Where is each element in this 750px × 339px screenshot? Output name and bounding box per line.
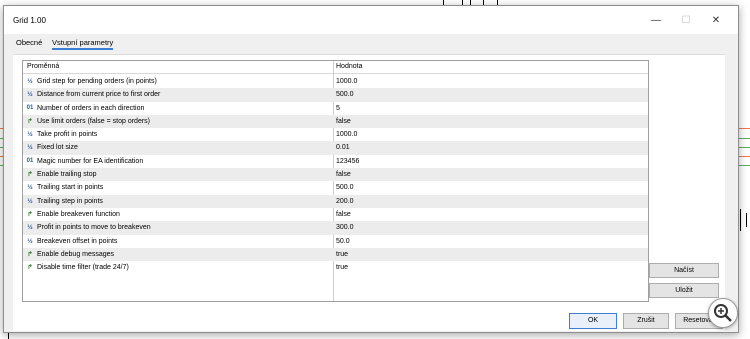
parameter-value[interactable]: 500.0 bbox=[336, 184, 354, 191]
column-header-variable[interactable]: Proměnná bbox=[27, 63, 59, 70]
close-button[interactable]: ✕ bbox=[704, 12, 728, 30]
parameter-name: Enable debug messages bbox=[37, 250, 115, 258]
input-parameters-panel: Proměnná Hodnota ½ Grid step for pending … bbox=[13, 54, 725, 331]
grid-settings-dialog: Grid 1.00 — ☐ ✕ Obecné Vstupní parametry… bbox=[3, 5, 739, 333]
table-body: ½ Grid step for pending orders (in points… bbox=[23, 75, 648, 274]
double-type-icon: ½ bbox=[27, 78, 33, 85]
parameter-name: Grid step for pending orders (in points) bbox=[37, 78, 157, 85]
double-type-icon: ½ bbox=[27, 131, 33, 139]
double-type-icon: ½ bbox=[27, 224, 33, 232]
parameter-value[interactable]: 200.0 bbox=[336, 198, 354, 205]
table-row[interactable]: ½ Profit in points to move to breakeven 30… bbox=[23, 221, 648, 235]
parameter-name: Enable trailing stop bbox=[37, 171, 97, 179]
double-type-icon: ½ bbox=[27, 144, 33, 152]
parameter-value[interactable]: true bbox=[336, 264, 348, 271]
save-button[interactable]: Uložit bbox=[649, 283, 719, 298]
parameter-value[interactable]: false bbox=[336, 118, 351, 125]
boolean-type-icon: ↱ bbox=[27, 117, 33, 125]
boolean-type-icon: ↱ bbox=[27, 250, 33, 258]
load-button[interactable]: Načíst bbox=[649, 263, 719, 278]
table-row[interactable]: ½ Grid step for pending orders (in points… bbox=[23, 75, 648, 88]
parameter-name: Profit in points to move to breakeven bbox=[37, 224, 151, 232]
table-row[interactable]: ½ Take profit in points 1000.0 bbox=[23, 128, 648, 141]
parameter-value[interactable]: true bbox=[336, 251, 348, 258]
parameter-value[interactable]: 50.0 bbox=[336, 238, 350, 245]
parameter-value[interactable]: false bbox=[336, 171, 351, 178]
table-row[interactable]: ↱ Enable trailing stop false bbox=[23, 168, 648, 182]
parameter-name: Magic number for EA identification bbox=[37, 157, 144, 165]
parameter-value[interactable]: 123456 bbox=[336, 158, 359, 165]
boolean-type-icon: ↱ bbox=[27, 210, 33, 218]
maximize-button[interactable]: ☐ bbox=[674, 12, 698, 30]
zoom-in-icon bbox=[714, 304, 732, 322]
table-row[interactable]: 01 Number of orders in each direction 5 bbox=[23, 102, 648, 115]
parameter-name: Distance from current price to first ord… bbox=[37, 91, 161, 99]
double-type-icon: ½ bbox=[27, 197, 33, 205]
parameter-name: Trailing step in points bbox=[37, 197, 103, 205]
parameter-name: Enable breakeven function bbox=[37, 210, 120, 218]
parameter-value[interactable]: 300.0 bbox=[336, 224, 354, 231]
column-header-value[interactable]: Hodnota bbox=[336, 63, 362, 70]
boolean-type-icon: ↱ bbox=[27, 171, 33, 179]
zoom-button[interactable] bbox=[708, 298, 738, 328]
minimize-button[interactable]: — bbox=[644, 12, 668, 30]
parameter-name: Use limit orders (false = stop orders) bbox=[37, 117, 151, 125]
double-type-icon: ½ bbox=[27, 91, 33, 99]
table-row[interactable]: ↱ Enable debug messages true bbox=[23, 247, 648, 262]
table-row[interactable]: ½ Distance from current price to first or… bbox=[23, 88, 648, 102]
table-row[interactable]: ½ Trailing start in points 500.0 bbox=[23, 181, 648, 194]
table-row[interactable]: 01 Magic number for EA identification 1234… bbox=[23, 155, 648, 168]
double-type-icon: ½ bbox=[27, 237, 33, 245]
title-bar: Grid 1.00 — ☐ ✕ bbox=[4, 6, 738, 34]
tab-general[interactable]: Obecné bbox=[16, 38, 42, 47]
parameter-value[interactable]: false bbox=[336, 211, 351, 218]
parameter-name: Take profit in points bbox=[37, 131, 98, 139]
ok-button[interactable]: OK bbox=[569, 313, 617, 329]
table-row[interactable]: ↱ Enable breakeven function false bbox=[23, 208, 648, 221]
parameter-value[interactable]: 5 bbox=[336, 105, 340, 112]
parameter-value[interactable]: 0.01 bbox=[336, 144, 350, 151]
table-header: Proměnná Hodnota bbox=[23, 61, 648, 74]
cancel-button[interactable]: Zrušit bbox=[623, 313, 669, 329]
window-title: Grid 1.00 bbox=[13, 16, 46, 25]
parameter-value[interactable]: 1000.0 bbox=[336, 131, 357, 138]
table-row[interactable]: ↱ Use limit orders (false = stop orders) f… bbox=[23, 114, 648, 129]
table-row[interactable]: ↱ Disable time filter (trade 24/7) true bbox=[23, 261, 648, 274]
parameters-table: Proměnná Hodnota ½ Grid step for pending … bbox=[22, 60, 649, 302]
parameter-name: Fixed lot size bbox=[37, 144, 78, 152]
double-type-icon: ½ bbox=[27, 184, 33, 192]
parameter-value[interactable]: 1000.0 bbox=[336, 78, 357, 85]
integer-type-icon: 01 bbox=[26, 157, 34, 164]
parameter-value[interactable]: 500.0 bbox=[336, 91, 354, 98]
parameter-name: Disable time filter (trade 24/7) bbox=[37, 264, 129, 272]
parameter-name: Breakeven offset in points bbox=[37, 237, 118, 245]
tab-input-parameters[interactable]: Vstupní parametry bbox=[52, 38, 114, 50]
boolean-type-icon: ↱ bbox=[27, 264, 33, 272]
table-row[interactable]: ½ Fixed lot size 0.01 bbox=[23, 141, 648, 155]
parameter-name: Number of orders in each direction bbox=[37, 104, 145, 112]
parameter-name: Trailing start in points bbox=[37, 184, 104, 192]
table-row[interactable]: ½ Breakeven offset in points 50.0 bbox=[23, 235, 648, 248]
integer-type-icon: 01 bbox=[26, 104, 34, 111]
table-row[interactable]: ½ Trailing step in points 200.0 bbox=[23, 194, 648, 208]
